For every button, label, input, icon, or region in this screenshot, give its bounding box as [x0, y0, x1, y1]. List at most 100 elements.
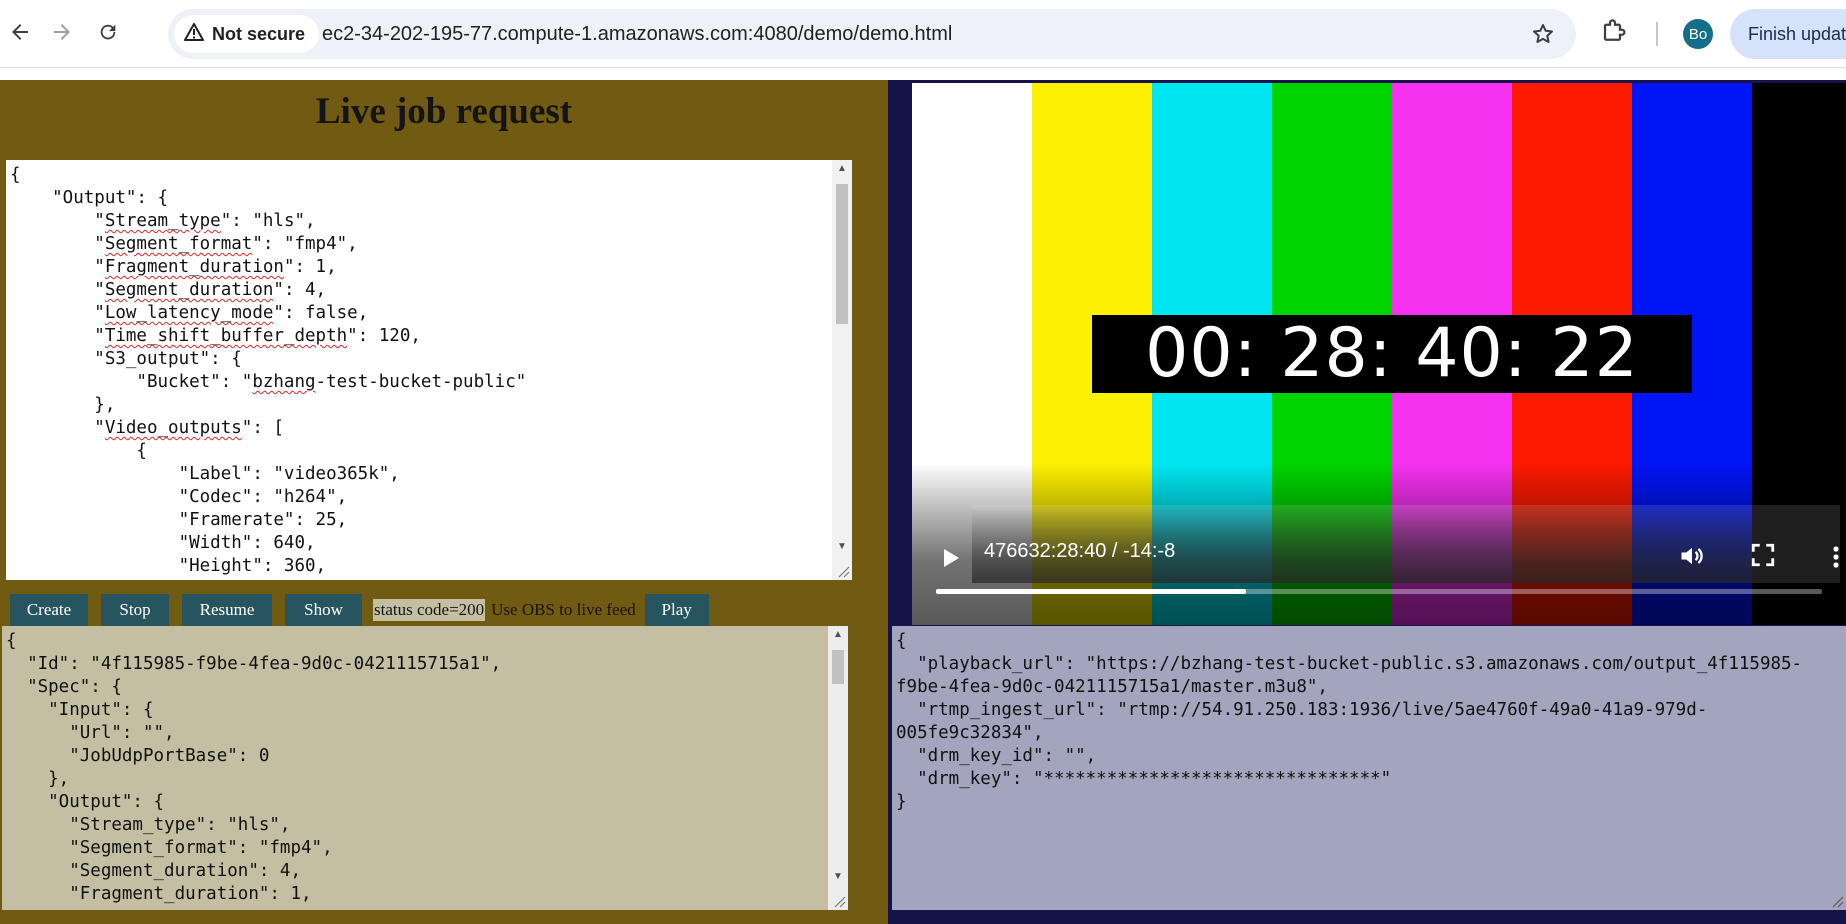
code-segment: " — [10, 326, 105, 346]
request-json-line: "S3_output": { — [10, 349, 242, 369]
play-button[interactable]: Play — [644, 594, 709, 626]
bookmark-star-icon[interactable] — [1528, 19, 1558, 49]
job-json-line: "Segment_duration": 4, — [6, 861, 302, 881]
resize-grip-icon[interactable] — [1830, 894, 1844, 908]
playback-json-text: { "playback_url": "https://bzhang-test-b… — [896, 630, 1802, 814]
code-segment: " — [10, 211, 105, 231]
play-icon[interactable] — [936, 543, 966, 573]
code-segment: { — [10, 165, 21, 185]
request-json-line: "Codec": "h264", — [10, 487, 348, 507]
code-segment: " — [10, 280, 105, 300]
status-code: status code=200 — [373, 599, 486, 621]
security-chip[interactable]: Not secure — [174, 15, 320, 53]
code-segment: -test-bucket-public" — [315, 372, 527, 392]
show-button[interactable]: Show — [285, 594, 362, 626]
misspelled-word: Segment_format — [104, 234, 253, 254]
scroll-down-arrow-icon[interactable]: ▼ — [832, 538, 852, 556]
request-json-line: "Fragment_duration": 1, — [10, 257, 337, 277]
code-segment: ": 4, — [273, 280, 327, 300]
playback-info-textarea[interactable]: { "playback_url": "https://bzhang-test-b… — [892, 626, 1846, 910]
request-json-line: "Height": 360, — [10, 556, 327, 576]
playback-json-line: "rtmp_ingest_url": "rtmp://54.91.250.183… — [896, 700, 1708, 720]
browser-toolbar: Not secure ec2-34-202-195-77.compute-1.a… — [0, 0, 1846, 68]
security-label: Not secure — [212, 23, 306, 44]
video-player[interactable]: 00: 28: 40: 22 476632:28:40 / -14:-8 — [912, 83, 1846, 625]
request-json-line: "Video_outputs": [ — [10, 418, 284, 438]
job-json-line: "Fragment_duration": 1, — [6, 884, 312, 904]
playback-json-line: "drm_key_id": "", — [896, 746, 1097, 766]
url-text[interactable]: ec2-34-202-195-77.compute-1.amazonaws.co… — [322, 23, 952, 46]
misspelled-word: Fragment_duration — [104, 257, 284, 277]
job-json-text: { "Id": "4f115985-f9be-4fea-9d0c-0421115… — [6, 630, 501, 906]
request-json-line: "Bucket": "bzhang-test-bucket-public" — [10, 372, 526, 392]
request-json-textarea[interactable]: { "Output": { "Stream_type": "hls", "Seg… — [6, 160, 852, 580]
toolbar-divider — [1656, 22, 1658, 46]
request-json-line: "Output": { — [10, 188, 168, 208]
request-json-line: "Segment_format": "fmp4", — [10, 234, 358, 254]
misspelled-word: Stream_type — [104, 211, 221, 231]
playback-json-line: 005fe9c32834", — [896, 723, 1044, 743]
code-segment: " — [10, 303, 105, 323]
job-response-textarea[interactable]: { "Id": "4f115985-f9be-4fea-9d0c-0421115… — [2, 626, 848, 910]
misspelled-word: Video_outputs — [104, 418, 242, 438]
scroll-down-arrow-icon[interactable]: ▼ — [828, 868, 848, 886]
code-segment: "Framerate": 25, — [10, 510, 348, 530]
code-segment: ": false, — [273, 303, 369, 323]
resume-button[interactable]: Resume — [182, 594, 272, 626]
job-json-line: }, — [6, 769, 70, 789]
address-bar[interactable]: Not secure ec2-34-202-195-77.compute-1.a… — [168, 9, 1576, 59]
job-json-line: "Output": { — [6, 792, 165, 812]
request-json-text: { "Output": { "Stream_type": "hls", "Seg… — [10, 164, 526, 578]
profile-avatar[interactable]: Bo — [1683, 19, 1713, 49]
job-json-line: "JobUdpPortBase": 0 — [6, 746, 270, 766]
fullscreen-icon[interactable] — [1750, 542, 1780, 572]
misspelled-word: Segment_duration — [104, 280, 274, 300]
code-segment: "Label": "video365k", — [10, 464, 400, 484]
request-json-line: "Low_latency_mode": false, — [10, 303, 368, 323]
warning-icon — [184, 22, 204, 46]
job-json-line: "Input": { — [6, 700, 154, 720]
request-json-line: "Segment_duration": 4, — [10, 280, 326, 300]
obs-hint: Use OBS to live feed — [491, 600, 636, 619]
scroll-thumb[interactable] — [836, 184, 848, 324]
job-json-line: "Stream_type": "hls", — [6, 815, 291, 835]
playback-json-line: } — [896, 792, 907, 812]
code-segment: "Width": 640, — [10, 533, 316, 553]
code-segment: "Output": { — [10, 188, 169, 208]
job-json-line: "Segment_format": "fmp4", — [6, 838, 333, 858]
misspelled-word: Time_shift_buffer_depth — [104, 326, 348, 346]
create-button[interactable]: Create — [10, 594, 88, 626]
code-segment: "Codec": "h264", — [10, 487, 348, 507]
request-json-line: "Label": "video365k", — [10, 464, 400, 484]
request-scrollbar[interactable]: ▲ ▼ — [832, 160, 852, 580]
volume-icon[interactable] — [1678, 542, 1708, 572]
more-options-icon[interactable] — [1830, 542, 1842, 572]
job-json-line: { — [6, 631, 17, 651]
video-progress-bar[interactable] — [936, 589, 1822, 594]
page-title: Live job request — [315, 91, 573, 132]
forward-icon[interactable] — [44, 14, 80, 50]
reload-icon[interactable] — [90, 14, 126, 50]
resize-grip-icon[interactable] — [832, 894, 846, 908]
request-json-line: "Stream_type": "hls", — [10, 211, 315, 231]
job-scrollbar[interactable]: ▲ ▼ — [828, 626, 848, 910]
extensions-icon[interactable] — [1600, 16, 1634, 50]
request-json-line: { — [10, 165, 21, 185]
code-segment: " — [10, 257, 105, 277]
scroll-thumb[interactable] — [832, 650, 844, 684]
code-segment: "S3_output": { — [10, 349, 242, 369]
code-segment: ": "fmp4", — [252, 234, 358, 254]
scroll-up-arrow-icon[interactable]: ▲ — [832, 160, 852, 178]
video-timecode: 00: 28: 40: 22 — [1092, 315, 1692, 393]
finish-update-button[interactable]: Finish updat — [1730, 9, 1846, 59]
playback-json-line: "playback_url": "https://bzhang-test-buc… — [896, 654, 1803, 674]
resize-grip-icon[interactable] — [836, 564, 850, 578]
back-icon[interactable] — [2, 14, 38, 50]
code-segment: }, — [10, 395, 116, 415]
scroll-up-arrow-icon[interactable]: ▲ — [828, 626, 848, 644]
stop-button[interactable]: Stop — [101, 594, 169, 626]
code-segment: ": 1, — [283, 257, 337, 277]
playback-json-line: { — [896, 631, 907, 651]
code-segment: ": [ — [241, 418, 284, 438]
request-json-line: }, — [10, 395, 115, 415]
